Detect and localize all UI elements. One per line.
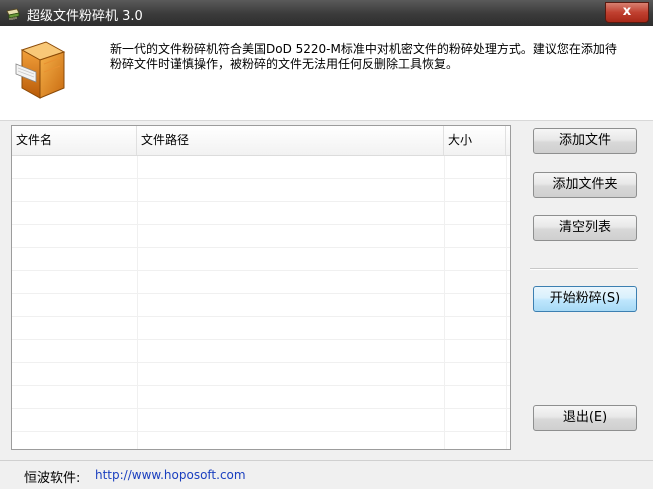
shredder-icon	[6, 8, 20, 20]
main-window: 超级文件粉碎机 3.0 x 新一代的文件粉碎机符合美国DoD 5220-M标准中…	[0, 0, 653, 489]
company-label: 恒波软件:	[24, 471, 81, 486]
column-filepath[interactable]: 文件路径	[137, 126, 444, 155]
close-button[interactable]: x	[605, 2, 649, 23]
empty-row	[12, 225, 510, 248]
clear-list-button[interactable]: 清空列表	[533, 215, 637, 241]
start-shred-button[interactable]: 开始粉碎(S)	[533, 286, 637, 312]
add-folder-button[interactable]: 添加文件夹	[533, 172, 637, 198]
empty-row	[12, 317, 510, 340]
column-size[interactable]: 大小	[444, 126, 506, 155]
website-link[interactable]: http://www.hoposoft.com	[95, 468, 246, 482]
empty-row	[12, 271, 510, 294]
file-list[interactable]: 文件名 文件路径 大小	[11, 125, 511, 450]
window-title: 超级文件粉碎机 3.0	[27, 9, 143, 24]
description-text: 新一代的文件粉碎机符合美国DoD 5220-M标准中对机密文件的粉碎处理方式。建…	[110, 42, 617, 71]
empty-row	[12, 202, 510, 225]
empty-row	[12, 363, 510, 386]
status-bar: 恒波软件: http://www.hoposoft.com	[0, 460, 653, 489]
column-filename[interactable]: 文件名	[12, 126, 137, 155]
file-list-body	[12, 156, 510, 449]
empty-row	[12, 248, 510, 271]
empty-row	[12, 409, 510, 432]
file-shredder-logo	[15, 41, 66, 99]
exit-button[interactable]: 退出(E)	[533, 405, 637, 431]
empty-row	[12, 386, 510, 409]
add-file-button[interactable]: 添加文件	[533, 128, 637, 154]
empty-row	[12, 156, 510, 179]
empty-row	[12, 179, 510, 202]
empty-row	[12, 340, 510, 363]
title-bar[interactable]: 超级文件粉碎机 3.0 x	[0, 0, 653, 26]
button-separator	[530, 268, 638, 270]
file-list-header: 文件名 文件路径 大小	[12, 126, 510, 156]
empty-row	[12, 432, 510, 449]
empty-row	[12, 294, 510, 317]
info-header: 新一代的文件粉碎机符合美国DoD 5220-M标准中对机密文件的粉碎处理方式。建…	[0, 26, 653, 121]
